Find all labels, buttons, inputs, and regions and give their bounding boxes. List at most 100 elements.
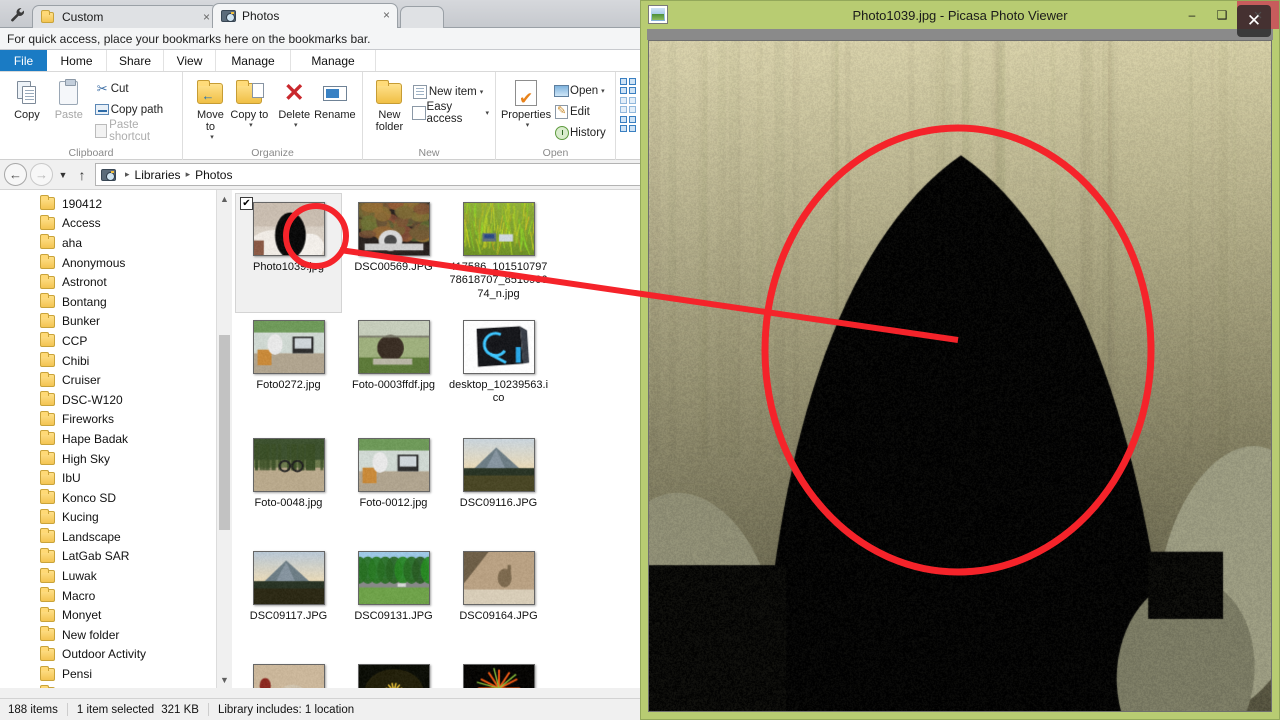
sidebar-item-ccp[interactable]: CCP <box>0 331 231 351</box>
sidebar-item-aha[interactable]: aha <box>0 233 231 253</box>
new-folder-button[interactable]: New folder <box>371 76 408 134</box>
cut-button[interactable]: ✂ Cut <box>94 78 176 99</box>
file-item[interactable]: Foto-0048.jpg <box>236 430 341 543</box>
breadcrumb-photos[interactable]: Photos <box>195 168 232 182</box>
invert-selection-icon[interactable] <box>620 116 636 132</box>
sidebar-item-high-sky[interactable]: High Sky <box>0 449 231 469</box>
viewer-title-bar[interactable]: Photo1039.jpg - Picasa Photo Viewer – ❑ … <box>641 1 1279 29</box>
copy-to-button[interactable]: Copy to ▾ <box>230 76 269 129</box>
file-thumbnail[interactable] <box>253 549 325 605</box>
properties-button[interactable]: Properties ▾ <box>502 76 550 129</box>
file-item[interactable]: 417586_10151079778618707_851690674_n.jpg <box>446 194 551 312</box>
ribbon-tab-home[interactable]: Home <box>47 50 107 71</box>
file-item[interactable]: desktop_10239563.ico <box>446 312 551 425</box>
new-item-button[interactable]: New item ▾ <box>412 81 489 102</box>
sidebar-item-hape-badak[interactable]: Hape Badak <box>0 429 231 449</box>
easy-access-button[interactable]: Easy access ▾ <box>412 102 489 123</box>
sidebar-item-latgab-sar[interactable]: LatGab SAR <box>0 547 231 567</box>
sidebar-item-chibi[interactable]: Chibi <box>0 351 231 371</box>
file-item[interactable]: Foto-0012.jpg <box>341 430 446 543</box>
copy-path-button[interactable]: Copy path <box>94 99 176 120</box>
select-none-icon[interactable] <box>620 97 636 113</box>
copy-button[interactable]: Copy <box>6 76 48 122</box>
ribbon-tab-manage-1[interactable]: Manage <box>216 50 291 71</box>
back-arrow-icon[interactable]: ← <box>4 163 27 186</box>
file-checkbox[interactable]: ✔ <box>240 197 253 210</box>
file-thumbnail[interactable] <box>253 318 325 374</box>
file-thumbnail[interactable] <box>358 318 430 374</box>
sidebar-item-kucing[interactable]: Kucing <box>0 508 231 528</box>
sidebar-item-pensi[interactable]: Pensi <box>0 664 231 684</box>
file-thumbnail[interactable] <box>253 662 325 688</box>
file-item[interactable]: DSC09297.JPG <box>341 656 446 688</box>
scroll-up-arrow-icon[interactable]: ▲ <box>217 190 232 207</box>
edit-button[interactable]: Edit <box>553 101 606 122</box>
browser-tab-custom[interactable]: Custom × <box>32 5 218 28</box>
sidebar-item-190412[interactable]: 190412 <box>0 194 231 214</box>
breadcrumb-libraries[interactable]: Libraries <box>135 168 181 182</box>
navigation-pane-scrollbar[interactable]: ▲ ▼ <box>216 190 232 688</box>
forward-arrow-icon[interactable]: → <box>30 163 53 186</box>
close-icon[interactable]: × <box>203 11 210 23</box>
file-thumbnail[interactable] <box>358 549 430 605</box>
up-arrow-icon[interactable]: ↑ <box>73 167 91 183</box>
file-item[interactable]: ✔ Photo1039.jpg <box>236 194 341 312</box>
scroll-down-arrow-icon[interactable]: ▼ <box>217 671 232 688</box>
file-item[interactable]: DSC09175.JPG <box>236 656 341 688</box>
sidebar-item-new-folder[interactable]: New folder <box>0 625 231 645</box>
sidebar-item-macro[interactable]: Macro <box>0 586 231 606</box>
browser-tab-photos[interactable]: Photos × <box>212 3 398 28</box>
chevron-down-icon[interactable]: ▼ <box>56 170 70 180</box>
sidebar-item-outdoor-activity[interactable]: Outdoor Activity <box>0 645 231 665</box>
file-item[interactable]: DSC09301.JPG <box>446 656 551 688</box>
file-item[interactable]: Foto0272.jpg <box>236 312 341 430</box>
rename-button[interactable]: Rename <box>314 76 356 122</box>
file-list-pane[interactable]: ✔ Photo1039.jpg DSC00569.JPG 417586_1015107… <box>232 190 652 688</box>
new-tab-button[interactable] <box>400 6 444 28</box>
file-thumbnail[interactable] <box>463 318 535 374</box>
sidebar-item-monyet[interactable]: Monyet <box>0 605 231 625</box>
file-item[interactable]: DSC09131.JPG <box>341 543 446 656</box>
minimize-button[interactable]: – <box>1177 1 1207 29</box>
ribbon-tab-file[interactable]: File <box>0 50 47 71</box>
sidebar-item-ppa-gasda[interactable]: PPA GASDA <box>0 684 231 688</box>
delete-button[interactable]: ✕ Delete ▾ <box>275 76 314 129</box>
sidebar-item-anonymous[interactable]: Anonymous <box>0 253 231 273</box>
file-thumbnail[interactable] <box>463 200 535 256</box>
file-thumbnail[interactable] <box>253 436 325 492</box>
file-item[interactable]: DSC09164.JPG <box>446 543 551 656</box>
select-all-icon[interactable] <box>620 78 636 94</box>
file-item[interactable]: DSC00569.JPG <box>341 194 446 312</box>
maximize-button[interactable]: ❑ <box>1207 1 1237 29</box>
breadcrumb[interactable]: ▸ Libraries ▸ Photos <box>95 163 648 186</box>
sidebar-item-luwak[interactable]: Luwak <box>0 566 231 586</box>
sidebar-item-konco-sd[interactable]: Konco SD <box>0 488 231 508</box>
paste-button[interactable]: Paste <box>48 76 90 122</box>
sidebar-item-astronot[interactable]: Astronot <box>0 272 231 292</box>
file-thumbnail[interactable] <box>358 436 430 492</box>
file-thumbnail[interactable] <box>463 549 535 605</box>
paste-shortcut-button[interactable]: Paste shortcut <box>94 120 176 141</box>
file-thumbnail[interactable] <box>463 662 535 688</box>
ribbon-tab-share[interactable]: Share <box>107 50 164 71</box>
sidebar-item-bontang[interactable]: Bontang <box>0 292 231 312</box>
scrollbar-thumb[interactable] <box>219 335 230 530</box>
close-icon[interactable]: × <box>383 9 390 21</box>
wrench-icon[interactable] <box>6 4 28 24</box>
sidebar-item-cruiser[interactable]: Cruiser <box>0 370 231 390</box>
move-to-button[interactable]: ← Move to ▾ <box>191 76 230 141</box>
sidebar-item-dsc-w120[interactable]: DSC-W120 <box>0 390 231 410</box>
sidebar-item-bunker[interactable]: Bunker <box>0 312 231 332</box>
history-button[interactable]: History <box>553 122 606 143</box>
file-item[interactable]: DSC09117.JPG <box>236 543 341 656</box>
file-thumbnail[interactable] <box>358 662 430 688</box>
file-thumbnail[interactable] <box>358 200 430 256</box>
file-thumbnail[interactable] <box>463 436 535 492</box>
sidebar-item-ibu[interactable]: IbU <box>0 468 231 488</box>
open-button[interactable]: Open ▾ <box>553 80 606 101</box>
sidebar-item-landscape[interactable]: Landscape <box>0 527 231 547</box>
photo-canvas[interactable] <box>648 40 1272 712</box>
file-thumbnail[interactable] <box>253 200 325 256</box>
ribbon-tab-view[interactable]: View <box>164 50 216 71</box>
file-item[interactable]: Foto-0003ffdf.jpg <box>341 312 446 425</box>
